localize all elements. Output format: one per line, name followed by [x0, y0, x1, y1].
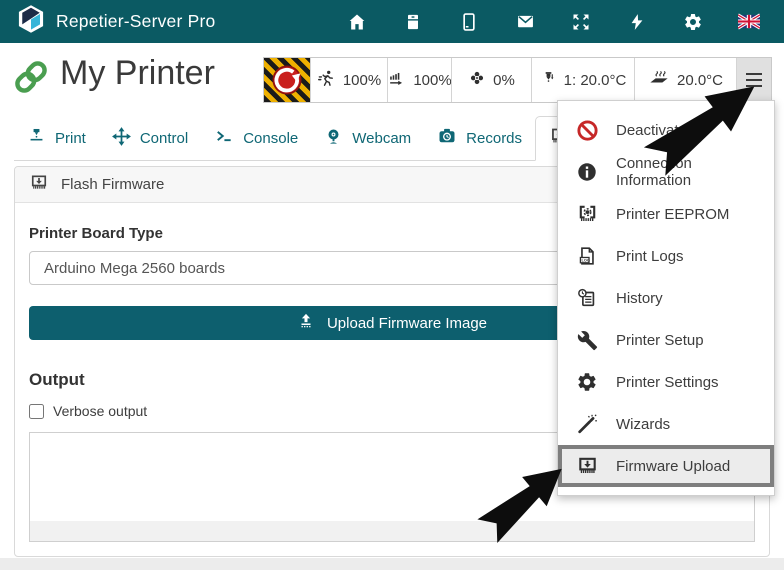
brand-link[interactable]: Repetier-Server Pro [16, 4, 215, 39]
top-navbar: Repetier-Server Pro [0, 0, 784, 43]
upload-button-label: Upload Firmware Image [327, 315, 487, 332]
tab-webcam[interactable]: Webcam [311, 116, 424, 160]
print-icon [27, 127, 46, 150]
output-scrollbar[interactable] [30, 521, 754, 541]
menu-item-label: Print Logs [616, 248, 684, 265]
log-file-icon: LOG [575, 244, 599, 268]
mail-icon[interactable] [514, 11, 536, 33]
move-arrows-icon [112, 127, 131, 150]
magic-wand-icon [575, 412, 599, 436]
menu-item-label: Printer Setup [616, 332, 704, 349]
deactivate-icon [575, 118, 599, 142]
repetier-logo-icon [16, 4, 46, 39]
speed-runner-icon [317, 69, 336, 92]
tab-control-label: Control [140, 130, 188, 147]
fan-status[interactable]: 0% [451, 58, 531, 102]
tab-console-label: Console [243, 130, 298, 147]
menu-item-label: Firmware Upload [616, 458, 730, 475]
printer-statusbar: 100% 100% 0% 1: 2 [263, 57, 772, 103]
printer-icon[interactable] [402, 11, 424, 33]
eeprom-chip-icon [575, 202, 599, 226]
svg-text:LOG: LOG [582, 259, 590, 263]
extruder-icon [540, 70, 557, 91]
terminal-icon [214, 126, 234, 150]
tab-print-label: Print [55, 130, 86, 147]
heated-bed-icon [648, 69, 670, 91]
webcam-icon [324, 127, 343, 150]
bed-temp-status[interactable]: 20.0°C [634, 58, 736, 102]
menu-item-label: History [616, 290, 663, 307]
menu-item-print-logs[interactable]: LOG Print Logs [558, 235, 774, 277]
menu-item-printer-setup[interactable]: Printer Setup [558, 319, 774, 361]
upload-icon [297, 312, 315, 334]
info-icon [575, 160, 599, 184]
tab-console[interactable]: Console [201, 116, 311, 160]
firmware-chip-icon [575, 454, 599, 478]
tab-records[interactable]: Records [424, 116, 535, 160]
gear-icon[interactable] [682, 11, 704, 33]
fan-icon [468, 69, 486, 91]
link-connected-icon[interactable] [12, 58, 50, 101]
gear-icon [575, 370, 599, 394]
bed-temp-value: 20.0°C [677, 72, 723, 89]
flow-value: 100% [413, 72, 451, 89]
tab-webcam-label: Webcam [352, 130, 411, 147]
verbose-output-checkbox[interactable] [29, 404, 44, 419]
history-icon [575, 286, 599, 310]
board-type-value: Arduino Mega 2560 boards [44, 260, 225, 277]
menu-item-connection-information[interactable]: Connection Information [558, 151, 774, 193]
menu-item-deactivate[interactable]: Deactivate [558, 109, 774, 151]
home-icon[interactable] [346, 11, 368, 33]
menu-item-firmware-upload[interactable]: Firmware Upload [558, 445, 774, 487]
page-title: My Printer [60, 54, 215, 93]
extruder-temp-value: 1: 20.0°C [564, 72, 627, 89]
tab-print[interactable]: Print [14, 116, 99, 160]
wrench-icon [575, 328, 599, 352]
flow-bars-icon [387, 69, 406, 92]
menu-item-label: Connection Information [616, 155, 757, 189]
tab-records-label: Records [466, 130, 522, 147]
verbose-output-label: Verbose output [53, 403, 147, 419]
panel-title: Flash Firmware [61, 176, 164, 193]
speed-value: 100% [343, 72, 381, 89]
camera-records-icon [437, 126, 457, 150]
menu-item-label: Printer EEPROM [616, 206, 729, 223]
menu-item-label: Printer Settings [616, 374, 719, 391]
speed-status[interactable]: 100% [310, 58, 387, 102]
fullscreen-icon[interactable] [570, 11, 592, 33]
menu-item-printer-settings[interactable]: Printer Settings [558, 361, 774, 403]
brand-title: Repetier-Server Pro [56, 11, 215, 32]
printer-menu-button[interactable] [736, 58, 771, 102]
menu-item-label: Wizards [616, 416, 670, 433]
page-background-strip [0, 558, 784, 570]
bolt-icon[interactable] [626, 11, 648, 33]
emergency-stop-button[interactable] [264, 58, 310, 102]
flow-status[interactable]: 100% [387, 58, 451, 102]
touchscreen-icon[interactable] [458, 11, 480, 33]
menu-item-label: Deactivate [616, 122, 687, 139]
menu-item-wizards[interactable]: Wizards [558, 403, 774, 445]
menu-item-history[interactable]: History [558, 277, 774, 319]
menu-item-printer-eeprom[interactable]: Printer EEPROM [558, 193, 774, 235]
firmware-chip-icon [29, 173, 49, 197]
tab-control[interactable]: Control [99, 116, 201, 160]
printer-dropdown-menu: Deactivate Connection Information Printe… [557, 100, 775, 496]
extruder-temp-status[interactable]: 1: 20.0°C [531, 58, 634, 102]
fan-value: 0% [493, 72, 515, 89]
uk-flag-icon[interactable] [738, 11, 760, 33]
